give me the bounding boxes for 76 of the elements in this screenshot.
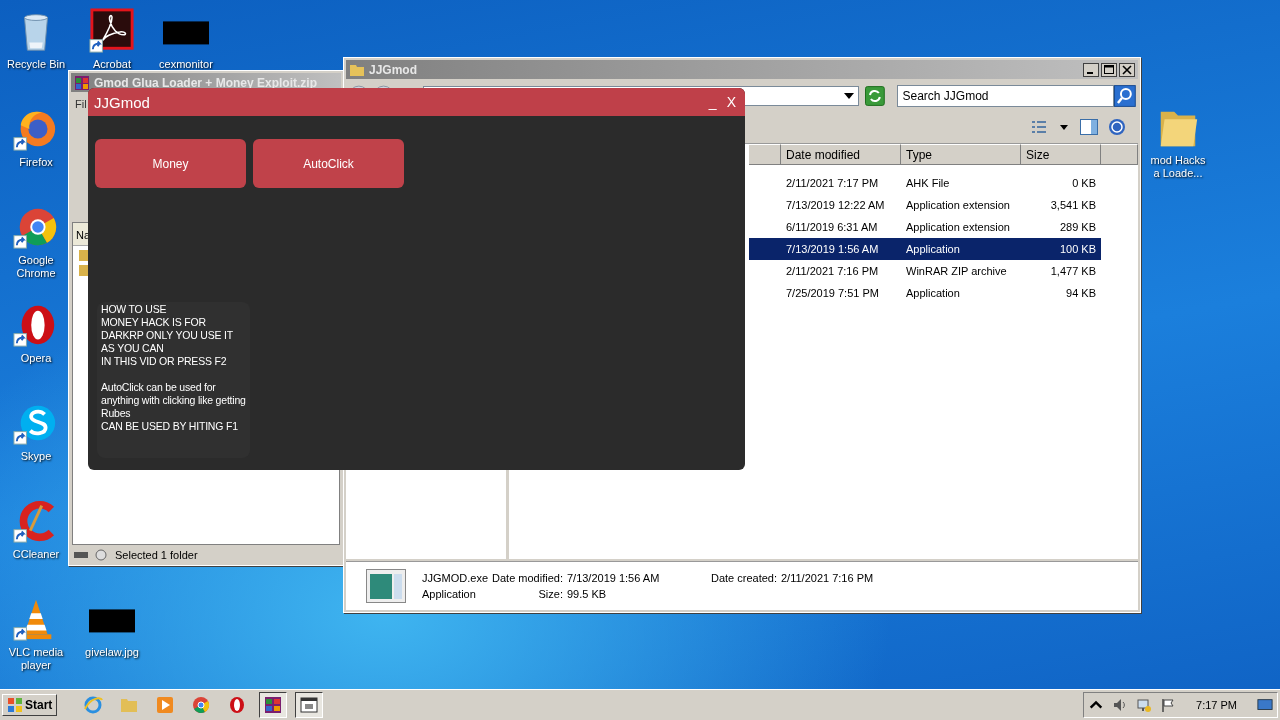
icon-label[interactable]: Opera [20, 352, 52, 365]
show-desktop-icon[interactable] [1257, 697, 1273, 713]
type-cell-text: Application extension [905, 221, 1011, 233]
size-cell-text: 289 KB [1058, 221, 1097, 233]
column-header[interactable]: Size [1021, 144, 1101, 165]
window-title: JJGmod [94, 93, 150, 111]
icon-label[interactable]: givelaw.jpg [85, 646, 139, 659]
date-cell-text: 2/11/2021 7:17 PM [785, 177, 880, 189]
column-header[interactable]: Date modified [781, 144, 901, 165]
icon-label[interactable]: Recycle Bin [6, 58, 66, 71]
icon-label[interactable]: Firefox [19, 156, 53, 169]
detail-label: Date created: [710, 572, 777, 584]
file-row[interactable]: 6/11/2019 6:31 AM Application extension 289 KB [749, 216, 1101, 238]
icon-label[interactable]: Skype [20, 450, 52, 463]
date-cell-text: 2/11/2021 7:16 PM [785, 265, 880, 277]
start-button[interactable]: Start [2, 694, 58, 716]
preview-pane-icon[interactable] [1080, 118, 1098, 136]
flag-icon[interactable] [1160, 697, 1177, 713]
file-row[interactable]: 2/11/2021 7:16 PM WinRAR ZIP archive 1,477 KB [749, 260, 1101, 282]
file-type: Application [422, 588, 477, 600]
icon-label[interactable]: VLC media player [8, 646, 64, 672]
app-icon[interactable] [89, 8, 135, 54]
view-options-icon[interactable] [1030, 119, 1070, 135]
application-thumbnail-icon [366, 569, 406, 603]
file-row[interactable]: 2/11/2021 7:17 PM AHK File 0 KB [749, 172, 1101, 194]
refresh-icon[interactable] [864, 86, 885, 106]
minimize-button[interactable]: _ [705, 94, 720, 110]
instructions-text: HOW TO USE MONEY HACK IS FOR DARKRP ONLY YOU USE IT AS YOU CAN IN THIS VID OR PRESS F2 AutoClick can be used for anything with clicking like getting Rubes CAN BE USED BY HITING F1 [97, 302, 250, 458]
icon-label[interactable]: mod Hacks a Loade... [1150, 154, 1206, 180]
date-cell-text: 7/25/2019 7:51 PM [785, 287, 880, 299]
detail-value: 2/11/2021 7:16 PM [781, 572, 874, 584]
file-row[interactable]: 7/25/2019 7:51 PM Application 94 KB [749, 282, 1101, 304]
clock[interactable]: 7:17 PM [1196, 699, 1237, 711]
type-cell-text: Application [905, 287, 961, 299]
date-cell-text: 7/13/2019 1:56 AM [785, 243, 880, 255]
icon-label[interactable]: CCleaner [12, 548, 60, 561]
status-text: Selected 1 folder [115, 549, 198, 561]
action-button[interactable]: AutoClick [253, 139, 404, 188]
network-icon[interactable] [1136, 697, 1153, 713]
action-button[interactable]: Money [95, 139, 246, 188]
icon-label[interactable]: Acrobat [93, 58, 131, 71]
type-cell-text: WinRAR ZIP archive [905, 265, 1008, 277]
icon-label[interactable]: Google Chrome [16, 254, 56, 280]
close-button[interactable]: X [723, 94, 739, 110]
file-name: JJGMOD.exe [422, 572, 488, 584]
date-cell-text: 7/13/2019 12:22 AM [785, 199, 886, 211]
help-icon[interactable] [1108, 118, 1126, 136]
window-title: Gmod Glua Loader + Money Exploit.zip [94, 75, 318, 90]
file-row[interactable]: 7/13/2019 12:22 AM Application extension 3,541 KB [749, 194, 1101, 216]
detail-label: Size: [537, 588, 563, 600]
type-cell-text: AHK File [905, 177, 951, 189]
detail-value: 99.5 KB [566, 588, 608, 600]
drive-icon [73, 548, 109, 562]
detail-value: 7/13/2019 1:56 AM [566, 572, 661, 584]
size-cell-text: 94 KB [1065, 287, 1097, 299]
type-cell-text: Application extension [905, 199, 1011, 211]
start-logo-icon[interactable] [7, 697, 23, 713]
column-header[interactable] [749, 144, 781, 165]
column-header[interactable] [1101, 144, 1138, 165]
search-field[interactable]: Search JJGmod [896, 85, 1115, 107]
window-title: JJGmod [369, 62, 417, 77]
menu-item[interactable]: Fil [75, 98, 87, 110]
detail-label: Date modified: [492, 572, 563, 584]
file-row[interactable]: 7/13/2019 1:56 AM Application 100 KB [749, 238, 1101, 260]
search-icon[interactable] [1114, 85, 1136, 107]
type-cell-text: Application [905, 243, 961, 255]
icon-label[interactable]: cexmonitor [159, 58, 213, 71]
folder-icon [79, 248, 89, 278]
size-cell-text: 1,477 KB [1049, 265, 1097, 277]
size-cell-text: 3,541 KB [1049, 199, 1097, 211]
size-cell-text: 100 KB [1058, 243, 1097, 255]
date-cell-text: 6/11/2019 6:31 AM [785, 221, 879, 233]
column-header[interactable]: Type [901, 144, 1021, 165]
archive-icon [74, 74, 90, 91]
size-cell-text: 0 KB [1071, 177, 1097, 189]
dropdown-arrow-icon[interactable] [843, 93, 854, 99]
